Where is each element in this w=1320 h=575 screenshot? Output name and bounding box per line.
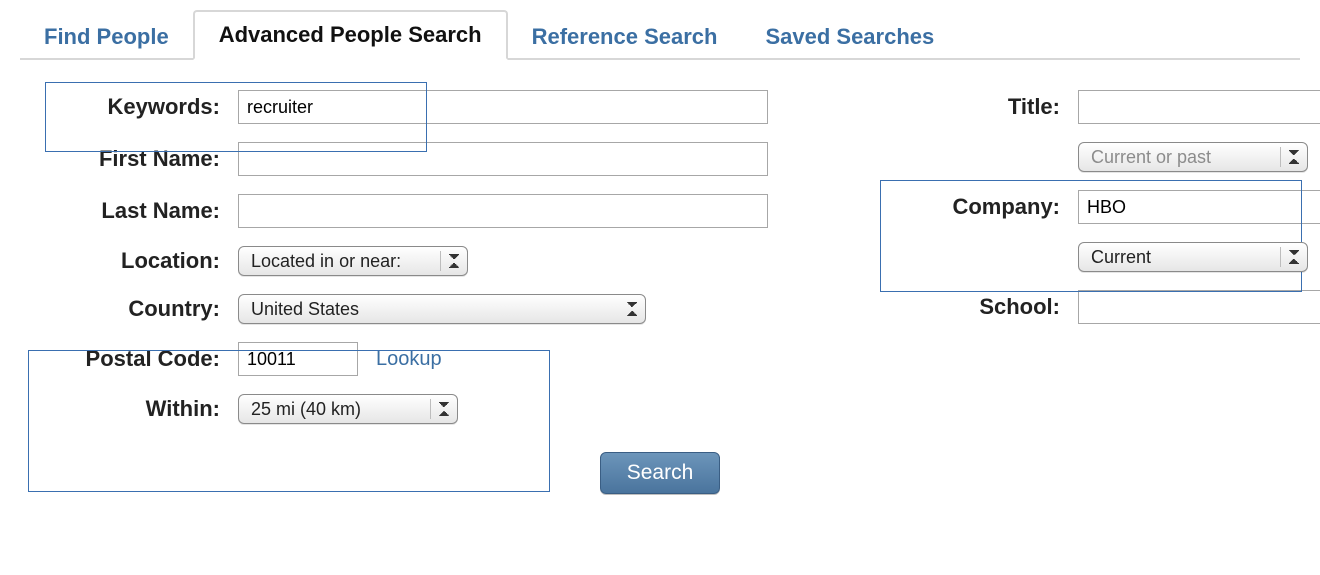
tab-reference-search[interactable]: Reference Search	[508, 14, 742, 60]
postal-code-input[interactable]	[238, 342, 358, 376]
school-input[interactable]	[1078, 290, 1320, 324]
title-scope-select[interactable]: Current or past	[1078, 142, 1308, 172]
search-tabs: Find People Advanced People Search Refer…	[20, 10, 1300, 60]
tab-advanced-people-search[interactable]: Advanced People Search	[193, 10, 508, 60]
keywords-input[interactable]	[238, 90, 768, 124]
location-select[interactable]: Located in or near:	[238, 246, 468, 276]
within-select[interactable]: 25 mi (40 km)	[238, 394, 458, 424]
keywords-label: Keywords:	[20, 94, 238, 120]
country-select-value: United States	[251, 299, 359, 320]
company-scope-value: Current	[1091, 247, 1151, 268]
postal-lookup-link[interactable]: Lookup	[376, 348, 442, 371]
title-input[interactable]	[1078, 90, 1320, 124]
tab-find-people[interactable]: Find People	[20, 14, 193, 60]
school-label: School:	[900, 294, 1078, 320]
first-name-input[interactable]	[238, 142, 768, 176]
country-label: Country:	[20, 296, 238, 322]
country-select[interactable]: United States	[238, 294, 646, 324]
location-label: Location:	[20, 248, 238, 274]
tab-saved-searches[interactable]: Saved Searches	[741, 14, 958, 60]
within-select-value: 25 mi (40 km)	[251, 399, 361, 420]
last-name-input[interactable]	[238, 194, 768, 228]
postal-code-label: Postal Code:	[20, 346, 238, 372]
company-input[interactable]	[1078, 190, 1320, 224]
location-select-value: Located in or near:	[251, 251, 401, 272]
last-name-label: Last Name:	[20, 198, 238, 224]
company-scope-select[interactable]: Current	[1078, 242, 1308, 272]
company-label: Company:	[900, 194, 1078, 220]
first-name-label: First Name:	[20, 146, 238, 172]
within-label: Within:	[20, 396, 238, 422]
search-button[interactable]: Search	[600, 452, 721, 494]
title-label: Title:	[900, 94, 1078, 120]
title-scope-value: Current or past	[1091, 147, 1211, 168]
